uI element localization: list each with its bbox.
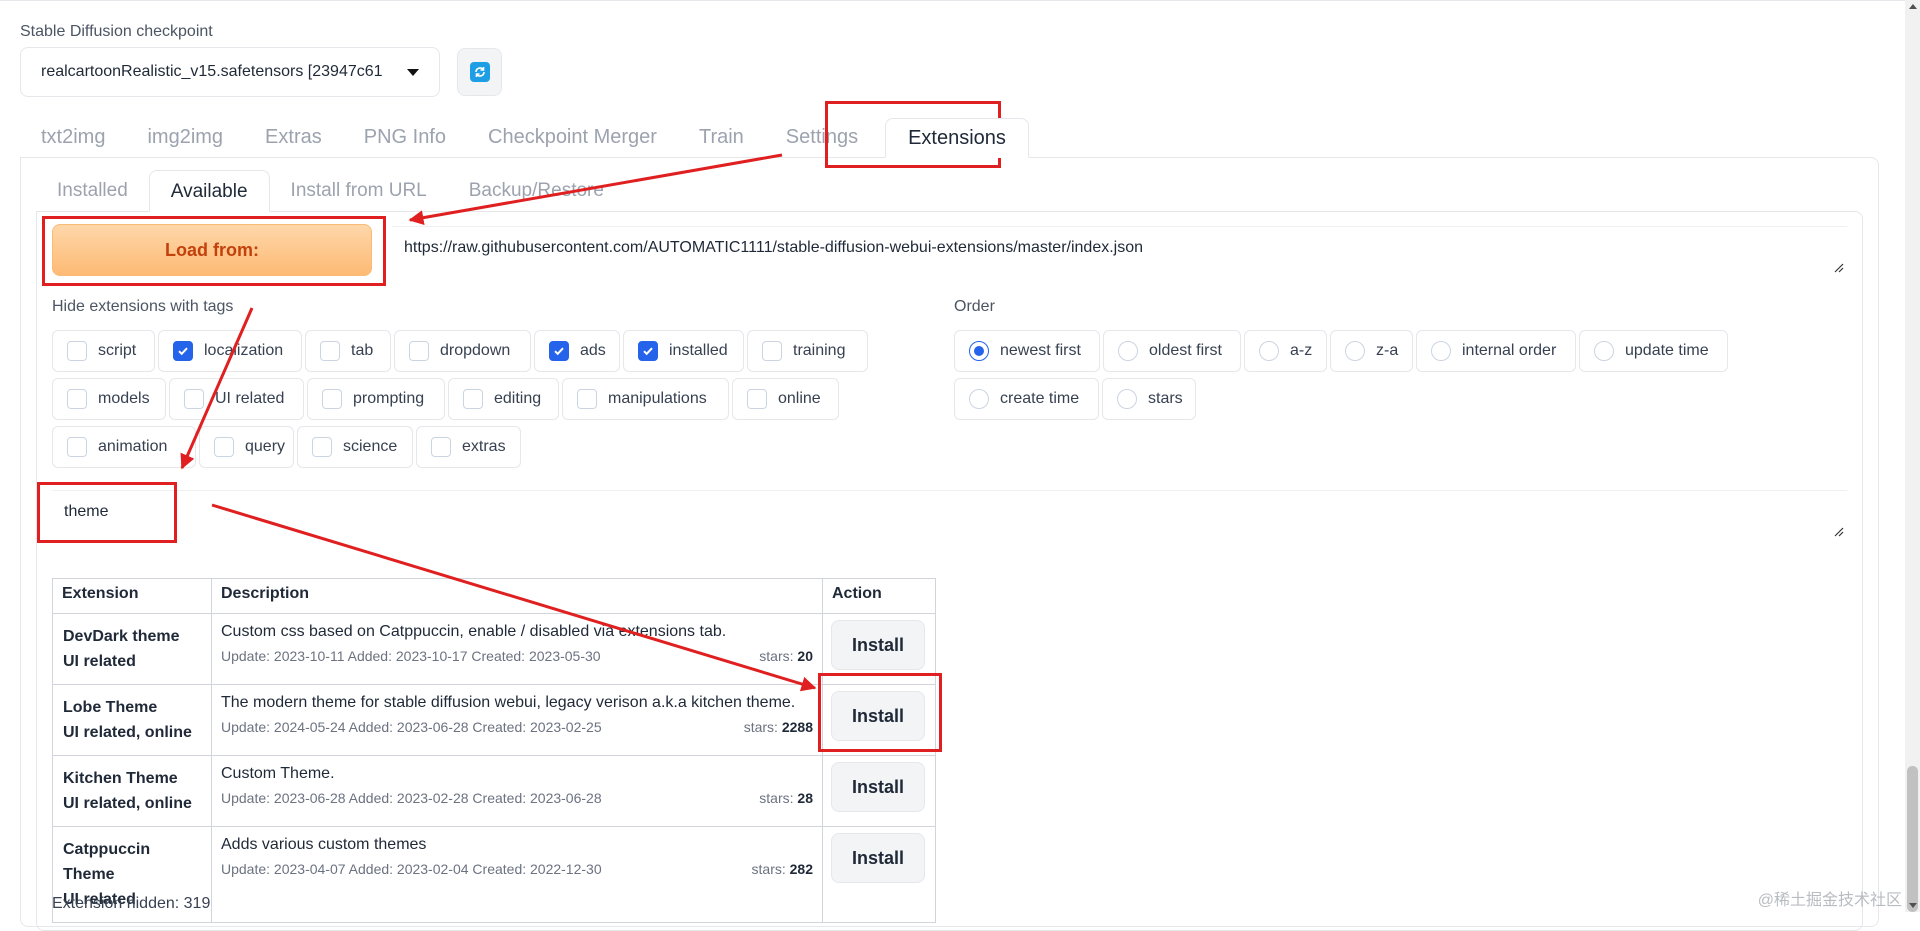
- watermark: @稀土掘金技术社区: [1757, 892, 1902, 909]
- tab-extensions[interactable]: Extensions: [885, 118, 1029, 158]
- annotation-arrow-2: [180, 307, 254, 470]
- tab-available[interactable]: Available: [148, 170, 270, 212]
- annotation-arrow-1: [408, 153, 783, 226]
- annotation-arrow-3: [211, 503, 817, 692]
